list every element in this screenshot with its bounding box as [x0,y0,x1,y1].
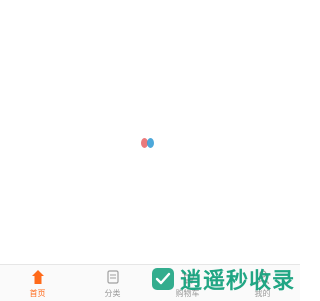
user-icon [256,270,269,285]
tab-home-label: 首页 [29,289,46,298]
category-icon [106,270,119,284]
tab-cart-label: 购物车 [175,289,200,298]
tab-profile[interactable]: 我的 [225,265,300,301]
home-icon [31,270,44,284]
tab-profile-label: 我的 [254,289,271,298]
tab-cart[interactable]: 购物车 [150,265,225,301]
cart-icon [181,272,195,284]
tab-category-label: 分类 [104,289,121,298]
tab-home[interactable]: 首页 [0,265,75,301]
tab-category[interactable]: 分类 [75,265,150,301]
loading-dots-icon [140,137,156,149]
page-content [0,0,300,264]
loading-dot-blue [147,138,154,148]
bottom-tab-bar: 首页 分类 购物车 我的 [0,264,300,301]
